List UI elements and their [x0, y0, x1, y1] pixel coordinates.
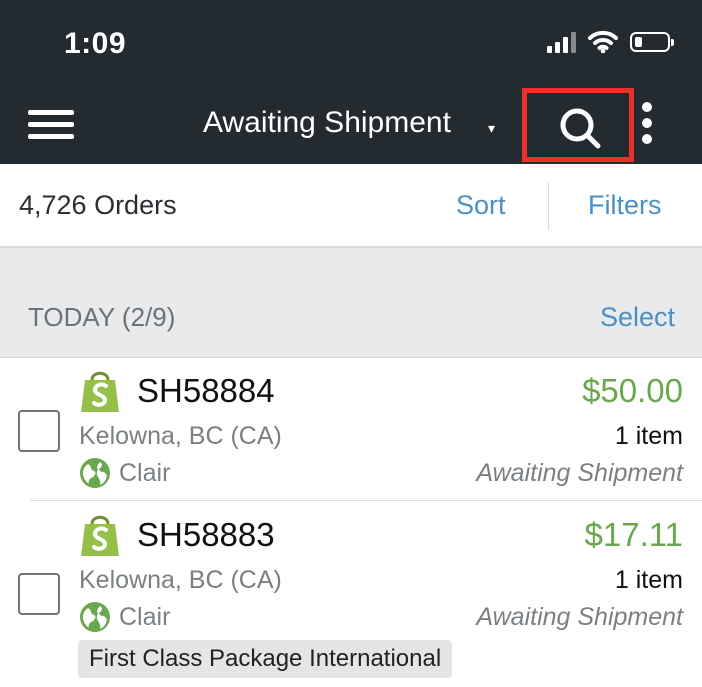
search-button[interactable]: [522, 88, 634, 162]
order-checkbox[interactable]: [18, 410, 60, 452]
view-title-dropdown[interactable]: Awaiting Shipment: [203, 106, 451, 140]
order-location: Kelowna, BC (CA): [79, 422, 282, 450]
customer-name: Clair: [119, 459, 171, 487]
more-vertical-icon[interactable]: [640, 102, 654, 150]
row-divider: [30, 500, 702, 501]
hamburger-menu-icon[interactable]: [28, 110, 74, 142]
battery-icon: [630, 32, 674, 52]
order-id: SH58883: [137, 516, 275, 553]
section-title: TODAY (2/9): [28, 302, 176, 332]
order-status: Awaiting Shipment: [476, 459, 683, 487]
order-price: $50.00: [582, 372, 683, 409]
toolbar-divider: [548, 182, 549, 230]
shopify-bag-icon: [81, 371, 119, 412]
orders-toolbar: 4,726 Orders Sort Filters: [0, 164, 702, 248]
status-icons: [547, 30, 674, 54]
order-id: SH58884: [137, 372, 275, 409]
sort-button[interactable]: Sort: [456, 190, 506, 221]
globe-icon: [80, 458, 110, 488]
chevron-down-icon[interactable]: ▾: [488, 120, 495, 137]
filters-button[interactable]: Filters: [588, 190, 662, 221]
order-price: $17.11: [584, 516, 683, 553]
cellular-signal-icon: [547, 31, 576, 53]
order-row[interactable]: SH58883 Kelowna, BC (CA) Clair $17.11 1 …: [0, 502, 702, 687]
customer-name: Clair: [119, 603, 171, 631]
status-time: 1:09: [64, 27, 127, 60]
wifi-icon: [588, 30, 618, 54]
item-count: 1 item: [614, 422, 683, 450]
app-bar: Awaiting Shipment ▾: [0, 88, 702, 164]
globe-icon: [80, 602, 110, 632]
select-button[interactable]: Select: [600, 302, 675, 333]
order-row[interactable]: SH58884 Kelowna, BC (CA) Clair $50.00 1 …: [0, 358, 702, 501]
shopify-bag-icon: [81, 515, 119, 556]
order-checkbox[interactable]: [18, 573, 60, 615]
orders-count: 4,726 Orders: [19, 190, 177, 220]
order-location: Kelowna, BC (CA): [79, 566, 282, 594]
item-count: 1 item: [614, 566, 683, 594]
shipping-service-badge: First Class Package International: [78, 640, 453, 678]
search-icon: [560, 108, 601, 149]
date-section-header: TODAY (2/9) Select: [0, 248, 702, 358]
order-status: Awaiting Shipment: [476, 603, 683, 631]
status-bar: 1:09: [0, 0, 702, 88]
